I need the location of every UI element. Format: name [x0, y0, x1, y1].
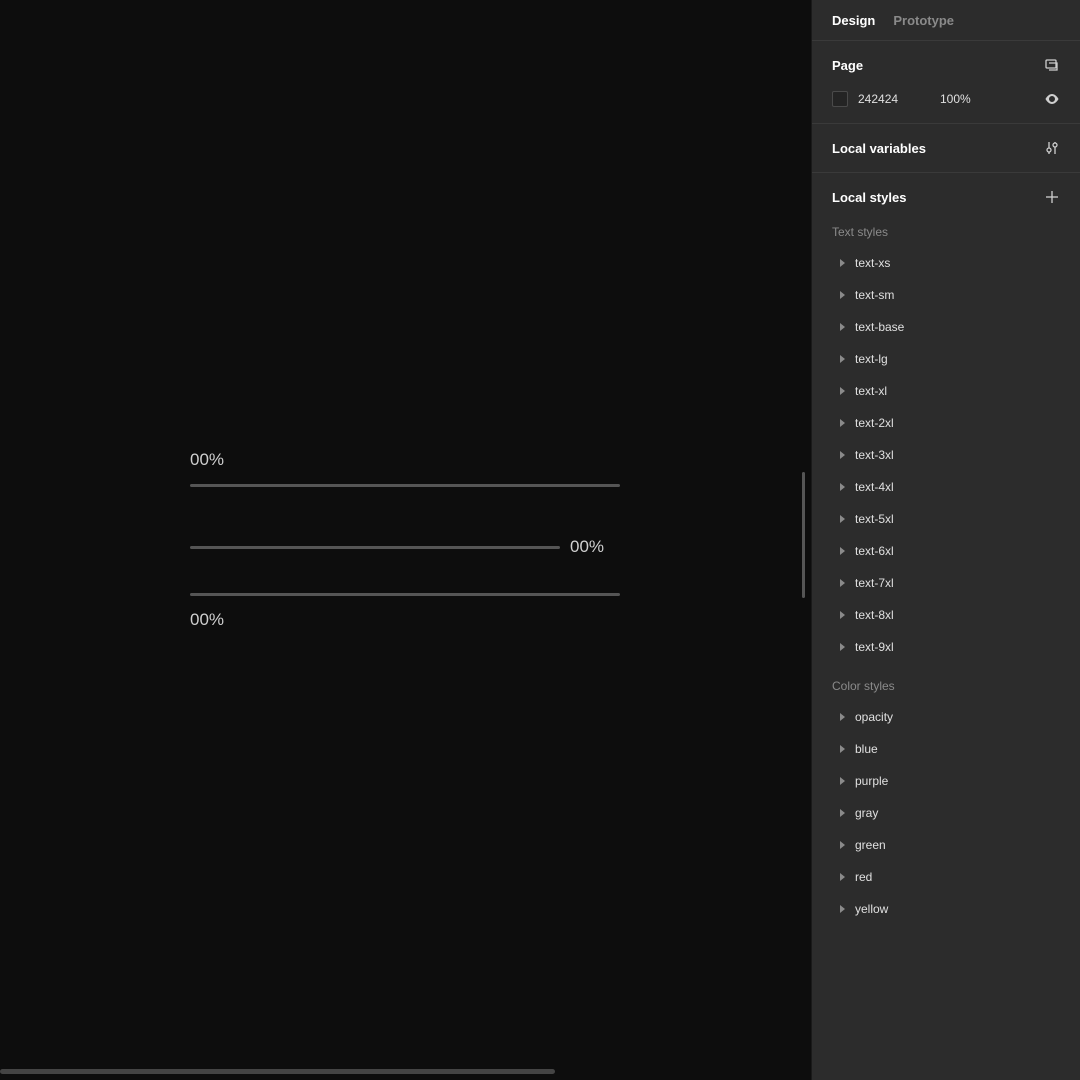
panel-tabs: Design Prototype [812, 0, 1080, 41]
style-label: text-5xl [855, 512, 894, 526]
tab-design[interactable]: Design [832, 13, 875, 28]
caret-right-icon [840, 611, 845, 619]
progress-track [190, 593, 620, 596]
section-color-styles: Color styles opacity blue purple gray gr… [812, 671, 1080, 933]
style-label: yellow [855, 902, 888, 916]
text-styles-list: text-xs text-sm text-base text-lg text-x… [832, 247, 1060, 663]
caret-right-icon [840, 483, 845, 491]
style-item-text-7xl[interactable]: text-7xl [832, 567, 1060, 599]
style-item-text-3xl[interactable]: text-3xl [832, 439, 1060, 471]
visibility-icon[interactable] [1044, 91, 1060, 107]
style-label: text-sm [855, 288, 894, 302]
caret-right-icon [840, 419, 845, 427]
style-item-text-xl[interactable]: text-xl [832, 375, 1060, 407]
caret-right-icon [840, 547, 845, 555]
page-opacity[interactable]: 100% [940, 92, 1034, 106]
caret-right-icon [840, 259, 845, 267]
color-swatch[interactable] [832, 91, 848, 107]
style-item-red[interactable]: red [832, 861, 1060, 893]
style-label: green [855, 838, 886, 852]
local-variables-title: Local variables [832, 141, 926, 156]
horizontal-scrollbar[interactable] [0, 1069, 555, 1074]
caret-right-icon [840, 515, 845, 523]
style-label: gray [855, 806, 878, 820]
style-label: text-8xl [855, 608, 894, 622]
inspector-panel: Design Prototype Page 242424 100% Local … [811, 0, 1080, 1080]
style-item-text-sm[interactable]: text-sm [832, 279, 1060, 311]
style-item-gray[interactable]: gray [832, 797, 1060, 829]
style-label: text-6xl [855, 544, 894, 558]
color-styles-header: Color styles [832, 679, 1060, 693]
page-hex[interactable]: 242424 [858, 92, 930, 106]
section-header-local-styles: Local styles [832, 189, 1060, 205]
style-item-text-lg[interactable]: text-lg [832, 343, 1060, 375]
section-local-styles: Local styles Text styles text-xs text-sm… [812, 173, 1080, 671]
caret-right-icon [840, 713, 845, 721]
color-styles-list: opacity blue purple gray green red yello… [832, 701, 1060, 925]
style-label: blue [855, 742, 878, 756]
style-label: opacity [855, 710, 893, 724]
caret-right-icon [840, 387, 845, 395]
caret-right-icon [840, 323, 845, 331]
caret-right-icon [840, 873, 845, 881]
progress-label: 00% [190, 610, 620, 630]
style-item-text-2xl[interactable]: text-2xl [832, 407, 1060, 439]
caret-right-icon [840, 579, 845, 587]
style-item-text-8xl[interactable]: text-8xl [832, 599, 1060, 631]
progress-bar-2: 00% [190, 537, 620, 557]
overlay-icon[interactable] [1044, 57, 1060, 73]
text-styles-header: Text styles [832, 225, 1060, 239]
vertical-scrollbar[interactable] [802, 472, 805, 598]
page-fill-row[interactable]: 242424 100% [832, 91, 1060, 107]
style-label: text-4xl [855, 480, 894, 494]
section-header-local-variables: Local variables [832, 140, 1060, 156]
progress-bar-1: 00% [190, 450, 620, 487]
style-item-text-4xl[interactable]: text-4xl [832, 471, 1060, 503]
caret-right-icon [840, 905, 845, 913]
local-styles-title: Local styles [832, 190, 906, 205]
style-item-purple[interactable]: purple [832, 765, 1060, 797]
style-label: text-3xl [855, 448, 894, 462]
caret-right-icon [840, 841, 845, 849]
style-item-green[interactable]: green [832, 829, 1060, 861]
progress-label: 00% [190, 450, 620, 470]
caret-right-icon [840, 809, 845, 817]
section-header-page: Page [832, 57, 1060, 73]
progress-track [190, 484, 620, 487]
page-title: Page [832, 58, 863, 73]
caret-right-icon [840, 643, 845, 651]
style-label: text-9xl [855, 640, 894, 654]
caret-right-icon [840, 451, 845, 459]
caret-right-icon [840, 355, 845, 363]
canvas-area[interactable]: 00% 00% 00% [0, 0, 811, 1080]
style-label: text-base [855, 320, 904, 334]
style-item-text-5xl[interactable]: text-5xl [832, 503, 1060, 535]
style-label: text-lg [855, 352, 888, 366]
section-page: Page 242424 100% [812, 41, 1080, 124]
style-label: text-xl [855, 384, 887, 398]
caret-right-icon [840, 291, 845, 299]
style-label: text-7xl [855, 576, 894, 590]
section-local-variables: Local variables [812, 124, 1080, 173]
progress-bar-3: 00% [190, 593, 620, 630]
plus-icon[interactable] [1044, 189, 1060, 205]
style-label: text-xs [855, 256, 890, 270]
style-item-text-9xl[interactable]: text-9xl [832, 631, 1060, 663]
style-item-text-xs[interactable]: text-xs [832, 247, 1060, 279]
caret-right-icon [840, 745, 845, 753]
style-item-opacity[interactable]: opacity [832, 701, 1060, 733]
style-item-yellow[interactable]: yellow [832, 893, 1060, 925]
style-label: red [855, 870, 872, 884]
sliders-icon[interactable] [1044, 140, 1060, 156]
style-label: text-2xl [855, 416, 894, 430]
caret-right-icon [840, 777, 845, 785]
tab-prototype[interactable]: Prototype [893, 13, 954, 28]
style-label: purple [855, 774, 888, 788]
progress-label: 00% [570, 537, 604, 557]
progress-track [190, 546, 560, 549]
style-item-text-base[interactable]: text-base [832, 311, 1060, 343]
style-item-text-6xl[interactable]: text-6xl [832, 535, 1060, 567]
canvas-content: 00% 00% 00% [190, 450, 620, 680]
style-item-blue[interactable]: blue [832, 733, 1060, 765]
